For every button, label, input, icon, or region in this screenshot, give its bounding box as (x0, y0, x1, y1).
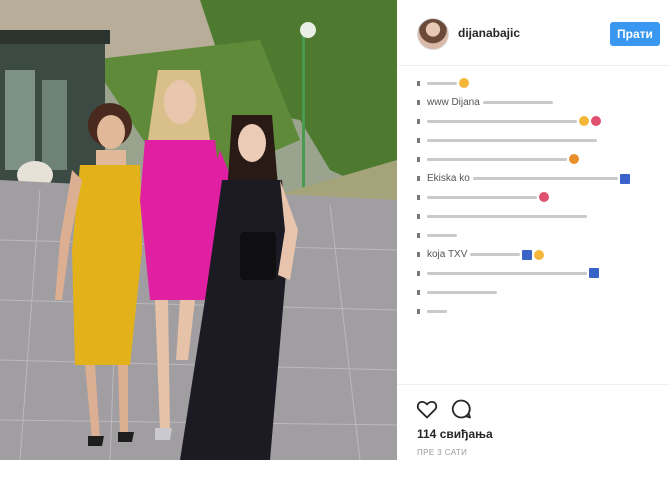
emoji-icon (539, 192, 549, 203)
obscured-text (427, 214, 587, 218)
obscured-text (427, 195, 537, 199)
comment-line: koja TXV (417, 249, 545, 260)
obscured-text (470, 253, 521, 256)
post-photo[interactable] (0, 0, 397, 460)
comment-text-fragment: www Dijana (427, 97, 480, 108)
comment-text-fragment: Ekiska ko (427, 173, 470, 184)
comment-line (417, 211, 587, 221)
obscured-text (427, 81, 457, 85)
comment-marker (417, 118, 420, 124)
like-count[interactable]: 114 свиђања (417, 427, 493, 441)
comment-text-fragment: koja TXV (427, 249, 468, 260)
comment-marker (417, 213, 420, 219)
username-link[interactable]: dijanabajic (458, 26, 520, 40)
post-timestamp[interactable]: ПРЕ 3 САТИ (417, 448, 467, 457)
comment-line (417, 116, 601, 127)
comment-line (417, 306, 447, 316)
obscured-text (427, 157, 567, 161)
obscured-text (427, 138, 597, 142)
comment-marker (417, 176, 420, 181)
comment-marker (417, 232, 420, 238)
comment-marker (417, 308, 420, 314)
comment-line (417, 287, 497, 297)
emoji-icon (534, 249, 545, 260)
emoji-icon (522, 249, 533, 260)
comment-line: Ekiska ko (417, 173, 630, 184)
comment-line (417, 78, 469, 89)
obscured-text (472, 177, 618, 180)
comment-line: www Dijana (417, 97, 553, 108)
comment-marker (417, 137, 420, 143)
avatar[interactable] (417, 18, 449, 50)
emoji-icon (619, 173, 630, 184)
comment-line (417, 230, 457, 240)
emoji-icon (589, 268, 599, 279)
photo-illustration (0, 0, 397, 460)
emoji-icon (569, 154, 579, 165)
comment-line (417, 154, 579, 165)
obscured-text (427, 233, 457, 237)
instagram-post: dijanabajic Прати www Dijana Ekiska ko koj… (0, 0, 670, 460)
comment-marker (417, 100, 420, 105)
emoji-icon (459, 78, 469, 89)
comment-marker (417, 270, 420, 276)
obscured-text (427, 271, 587, 275)
comment-line (417, 268, 599, 279)
post-sidebar: dijanabajic Прати www Dijana Ekiska ko koj… (397, 0, 670, 460)
comment-line (417, 135, 597, 145)
obscured-text (427, 309, 447, 313)
comment-marker (417, 194, 420, 200)
post-header: dijanabajic Прати (397, 0, 670, 66)
heart-icon[interactable] (415, 397, 439, 421)
emoji-icon (579, 116, 589, 127)
comment-marker (417, 252, 420, 257)
obscured-text (482, 101, 553, 104)
comment-marker (417, 80, 420, 86)
comment-line (417, 192, 549, 203)
follow-button[interactable]: Прати (610, 22, 660, 46)
obscured-text (427, 119, 577, 123)
comment-marker (417, 289, 420, 295)
comments-list: www Dijana Ekiska ko koja TXV (417, 74, 662, 384)
emoji-icon (591, 116, 601, 127)
comment-bubble-icon[interactable] (449, 397, 473, 421)
obscured-text (427, 290, 497, 294)
comment-marker (417, 156, 420, 162)
post-actions: 114 свиђања ПРЕ 3 САТИ (397, 384, 670, 460)
